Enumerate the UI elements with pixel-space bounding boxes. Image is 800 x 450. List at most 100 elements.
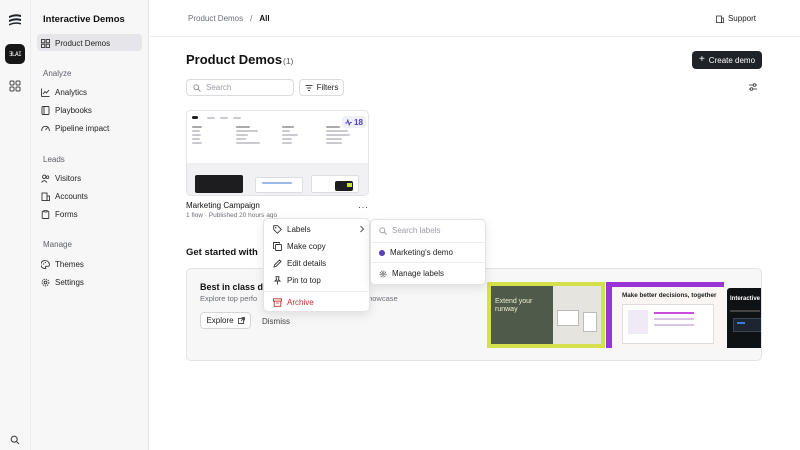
sidebar-item-label: Accounts: [55, 191, 88, 201]
line-chart-icon: [41, 88, 50, 97]
manage-labels-item[interactable]: Manage labels: [379, 269, 444, 278]
breadcrumb: Product Demos / All: [188, 14, 270, 23]
submenu-separator: [371, 262, 487, 263]
banner-title: Best in class de: [200, 282, 269, 292]
showcase-interactive-text: Interactive: [730, 296, 761, 302]
labels-submenu: Search labels Marketing's demo Manage la…: [370, 219, 487, 285]
menu-item-make-copy[interactable]: Make copy: [273, 240, 326, 252]
get-started-heading: Get started with: [186, 247, 258, 258]
filters-button[interactable]: Filters: [299, 79, 344, 96]
dismiss-button[interactable]: Dismiss: [262, 317, 290, 326]
search-icon: [379, 226, 387, 235]
brand-logo-icon[interactable]: [8, 12, 22, 26]
banner-subtitle-start: Explore top perfo: [200, 294, 258, 303]
top-bar: Product Demos / All Support: [150, 0, 800, 37]
menu-item-label: Archive: [287, 297, 314, 307]
explore-label: Explore: [206, 316, 234, 325]
support-label: Support: [727, 14, 756, 23]
archive-icon: [273, 297, 282, 307]
sidebar-title: Interactive Demos: [43, 14, 125, 25]
page-title: Product Demos: [186, 52, 283, 67]
steps-badge: 18: [342, 116, 366, 128]
demo-thumbnail-bottom: [187, 163, 368, 195]
menu-item-label: Pin to top: [287, 275, 321, 285]
sidebar-item-label: Product Demos: [55, 38, 111, 48]
search-icon[interactable]: [10, 435, 20, 445]
steps-count: 18: [354, 117, 363, 127]
main-content: Product Demos / All Support Product Demo…: [150, 0, 800, 450]
search-placeholder: Search: [206, 83, 232, 92]
showcase-image-interactive[interactable]: Interactive: [727, 288, 761, 348]
demo-card-title[interactable]: Marketing Campaign: [186, 201, 260, 210]
labels-search-placeholder: Search labels: [392, 226, 441, 235]
sidebar-item-themes[interactable]: Themes: [41, 258, 84, 270]
create-demo-label: Create demo: [708, 55, 756, 65]
pin-icon: [273, 275, 282, 284]
tag-icon: [273, 224, 282, 234]
menu-item-labels[interactable]: Labels: [273, 223, 311, 235]
sidebar-item-pipeline-impact[interactable]: Pipeline impact: [41, 122, 109, 134]
explore-button[interactable]: Explore: [200, 312, 251, 329]
menu-item-pin-to-top[interactable]: Pin to top: [273, 274, 321, 286]
sidebar-item-analytics[interactable]: Analytics: [41, 86, 87, 98]
showcase-decisions-text: Make better decisions, together: [622, 292, 717, 299]
chevron-right-icon: [360, 225, 365, 233]
menu-separator: [264, 291, 371, 292]
demo-context-menu: Labels Make copy Edit details Pin to top…: [263, 218, 371, 312]
showcase-image-decisions[interactable]: Make better decisions, together: [606, 282, 724, 348]
sidebar-item-label: Pipeline impact: [55, 123, 110, 133]
manage-labels-label: Manage labels: [392, 269, 445, 278]
workspace-badge[interactable]: ƎLAI: [5, 44, 25, 64]
external-link-icon: [237, 317, 245, 324]
showcase-runway-text: Extend your runway: [495, 298, 533, 313]
plus-icon: +: [698, 54, 705, 65]
palette-icon: [41, 259, 50, 269]
users-icon: [41, 174, 50, 183]
sidebar-item-product-demos[interactable]: Product Demos: [41, 37, 110, 49]
support-button[interactable]: Support: [716, 14, 756, 23]
menu-item-edit-details[interactable]: Edit details: [273, 257, 326, 269]
sort-toggle-icon[interactable]: [748, 82, 758, 92]
support-icon: [716, 15, 724, 23]
sidebar-item-label: Settings: [55, 277, 84, 287]
menu-item-archive[interactable]: Archive: [273, 296, 314, 308]
pulse-icon: [345, 118, 352, 126]
demo-card-meta: 1 flow · Published 20 hours ago: [186, 212, 278, 219]
app-rail: ƎLAI: [0, 0, 31, 450]
sidebar-item-settings[interactable]: Settings: [41, 276, 84, 288]
demo-count: (1): [283, 56, 294, 66]
submenu-separator: [371, 242, 487, 243]
breadcrumb-current: All: [259, 14, 270, 23]
sidebar-section-leads: Leads: [43, 155, 65, 164]
gear-icon: [379, 270, 387, 277]
sidebar-item-playbooks[interactable]: Playbooks: [41, 104, 92, 116]
building-icon: [41, 192, 50, 201]
search-icon: [193, 83, 201, 92]
sidebar-item-label: Themes: [55, 259, 84, 269]
showcase-image-runway[interactable]: Extend your runway: [487, 282, 605, 348]
more-options-icon[interactable]: ···: [358, 202, 369, 212]
sidebar: Interactive Demos Product Demos Analyze …: [31, 0, 149, 450]
create-demo-button[interactable]: + Create demo: [692, 51, 762, 69]
sidebar-item-forms[interactable]: Forms: [41, 208, 78, 220]
copy-icon: [273, 241, 282, 251]
grid-icon: [41, 38, 50, 48]
breadcrumb-parent[interactable]: Product Demos: [188, 14, 243, 23]
label-option-name: Marketing's demo: [390, 248, 453, 257]
filter-icon: [305, 84, 313, 91]
sidebar-item-accounts[interactable]: Accounts: [41, 190, 88, 202]
labels-search-input[interactable]: Search labels: [379, 226, 440, 235]
search-input[interactable]: Search: [186, 79, 294, 96]
gear-icon: [41, 278, 50, 286]
breadcrumb-separator: /: [250, 14, 253, 23]
sidebar-section-manage: Manage: [43, 240, 72, 249]
menu-item-label: Edit details: [287, 258, 327, 268]
pencil-icon: [273, 258, 282, 268]
menu-item-label: Labels: [287, 224, 311, 234]
label-option-marketing[interactable]: Marketing's demo: [379, 248, 453, 257]
sidebar-item-visitors[interactable]: Visitors: [41, 172, 81, 184]
demo-card[interactable]: 18: [186, 110, 369, 196]
sidebar-item-label: Analytics: [55, 87, 88, 97]
apps-grid-icon[interactable]: [9, 80, 21, 92]
filters-label: Filters: [316, 83, 339, 92]
